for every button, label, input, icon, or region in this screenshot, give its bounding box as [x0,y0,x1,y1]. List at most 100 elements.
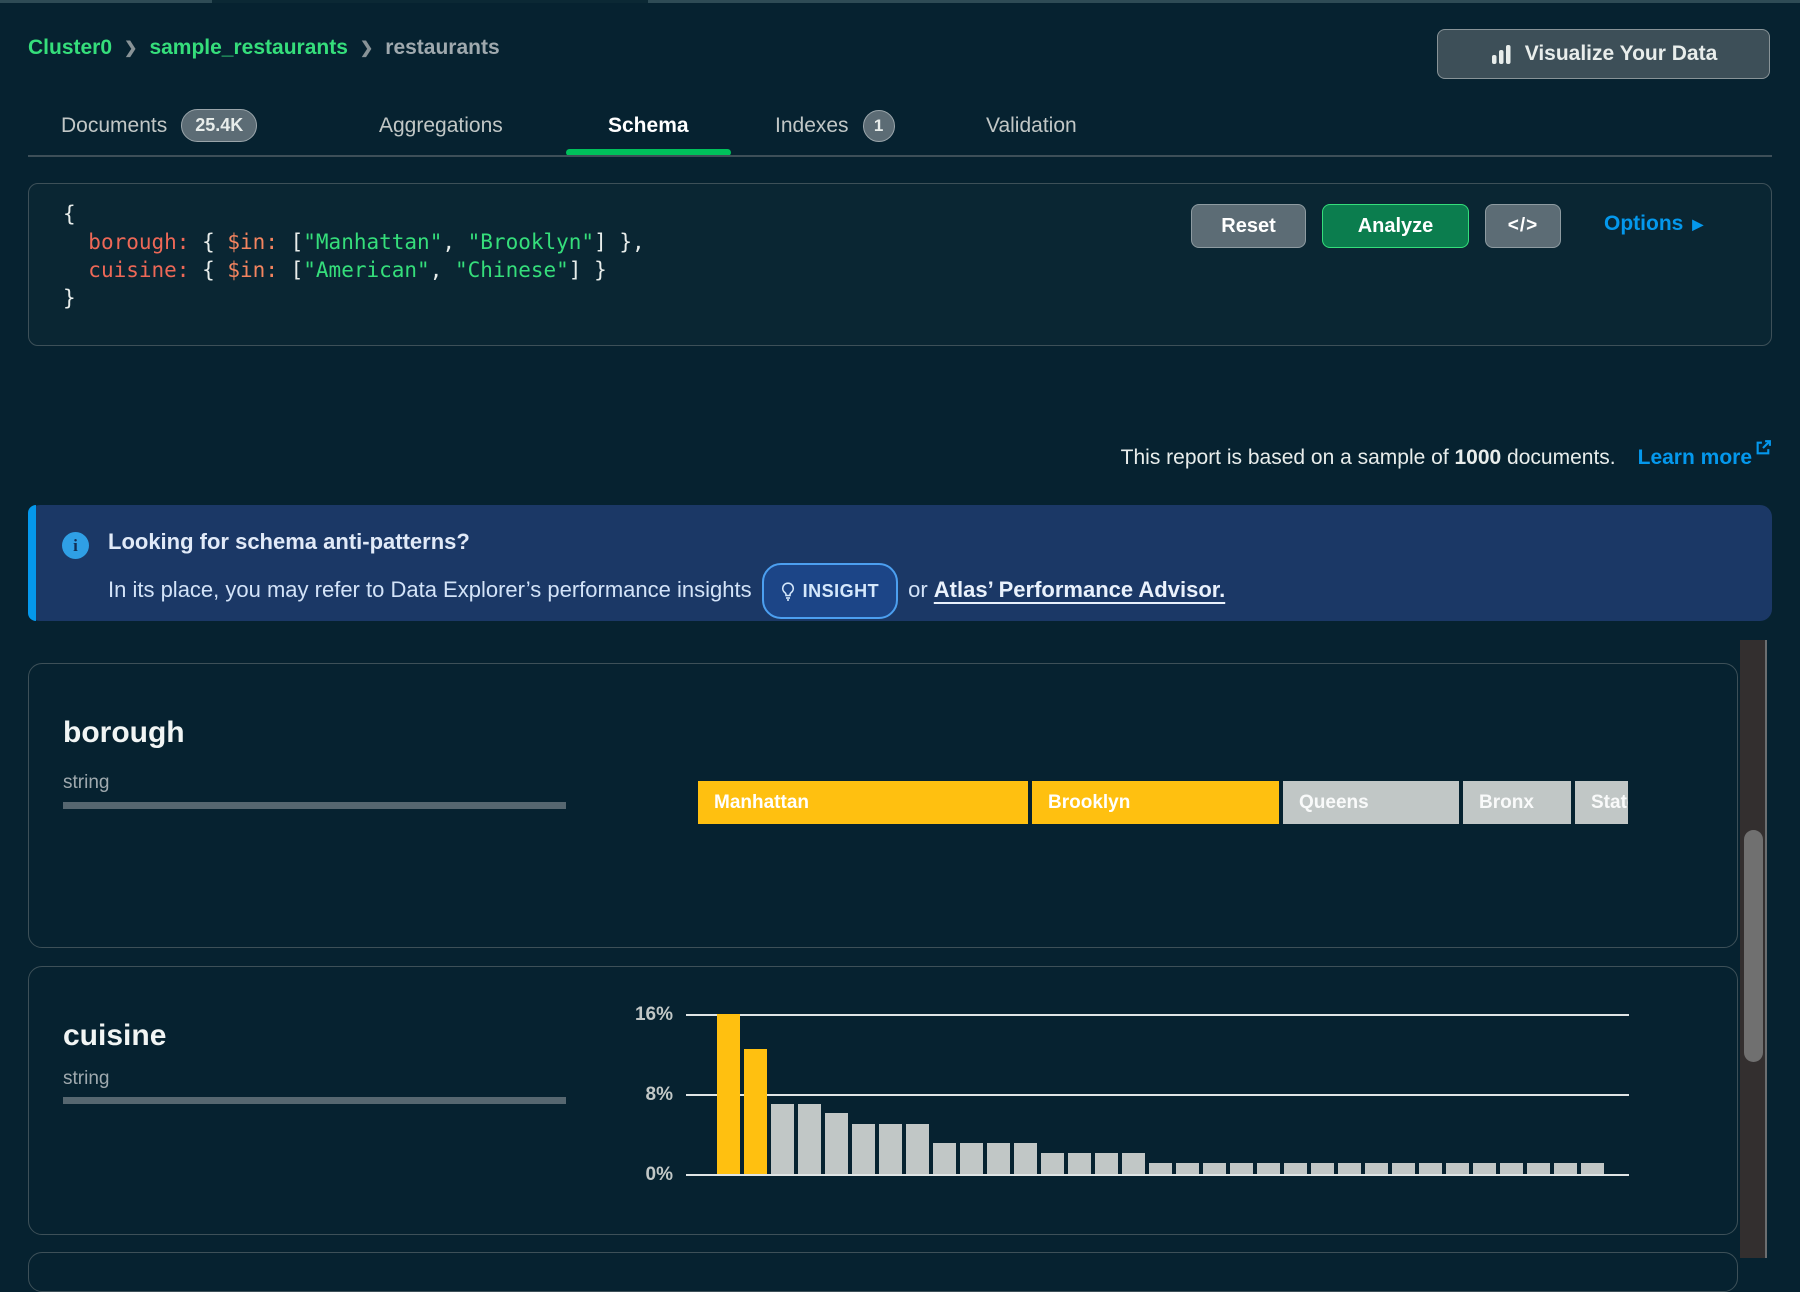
window-top-edge [0,0,1800,3]
breadcrumb-cluster[interactable]: Cluster0 [28,36,112,60]
gridline [686,1174,1629,1176]
borough-value-bars: Manhattan Brooklyn Queens Bronx Staten Islan… [698,781,1628,824]
y-axis-tick-label: 16% [589,1004,673,1026]
banner-body: In its place, you may refer to Data Expl… [108,563,1225,605]
breadcrumb-collection: restaurants [385,36,499,60]
histogram-bar[interactable] [1419,1163,1442,1174]
query-code-line: { [63,200,645,228]
histogram-bar[interactable] [1527,1163,1550,1174]
tabs-divider [28,155,1772,157]
histogram-bar[interactable] [1149,1163,1172,1174]
type-distribution-bar[interactable] [63,802,566,809]
query-code-toggle-button[interactable]: </> [1485,204,1561,248]
visualize-button-label: Visualize Your Data [1525,42,1718,66]
histogram-bar[interactable] [1554,1163,1577,1174]
histogram-bar[interactable] [987,1143,1010,1174]
schema-anti-patterns-banner: i Looking for schema anti-patterns? In i… [28,505,1772,621]
value-bar-manhattan[interactable]: Manhattan [698,781,1028,824]
value-bar-label: Staten Island [1591,792,1628,813]
report-note-suffix: documents. [1501,446,1615,469]
tab-documents[interactable]: Documents25.4K [61,95,257,156]
histogram-bar[interactable] [933,1143,956,1174]
insight-badge-label: INSIGHT [803,570,880,612]
query-bar[interactable]: { borough: { $in: ["Manhattan", "Brookly… [28,183,1772,346]
performance-advisor-link[interactable]: Atlas’ Performance Advisor. [934,577,1225,602]
histogram-bar[interactable] [717,1014,740,1174]
field-type-label: string [63,772,109,794]
sample-report-note: This report is based on a sample of 1000… [1121,438,1772,470]
histogram-bar[interactable] [1257,1163,1280,1174]
value-bar-label: Bronx [1479,792,1534,813]
options-label: Options [1604,212,1683,236]
vertical-scrollbar[interactable] [1740,640,1767,1258]
histogram-bar[interactable] [879,1124,902,1174]
histogram-bar[interactable] [1500,1163,1523,1174]
insight-badge[interactable]: INSIGHT [762,563,899,619]
histogram-bar[interactable] [1095,1153,1118,1174]
caret-right-icon: ▶ [1692,216,1703,233]
tab-schema[interactable]: Schema [608,95,689,156]
tab-indexes[interactable]: Indexes1 [775,95,895,156]
histogram-bar[interactable] [1392,1163,1415,1174]
value-bar-queens[interactable]: Queens [1283,781,1459,824]
histogram-bar[interactable] [1446,1163,1469,1174]
report-note-count: 1000 [1455,446,1502,469]
histogram-bar[interactable] [825,1113,848,1174]
histogram-bar[interactable] [798,1104,821,1174]
breadcrumb: Cluster0 ❯ sample_restaurants ❯ restaura… [28,33,500,63]
external-link-icon [1755,438,1772,462]
histogram-bar[interactable] [1338,1163,1361,1174]
histogram-bar[interactable] [960,1143,983,1174]
schema-field-card-borough: borough string Manhattan Brooklyn Queens Br… [28,663,1738,948]
schema-field-card-next [28,1252,1738,1292]
cuisine-histogram-bars [717,1014,1637,1174]
y-axis-tick-label: 8% [589,1084,673,1106]
scrollbar-thumb[interactable] [1744,830,1763,1062]
histogram-bar[interactable] [1581,1163,1604,1174]
tab-validation[interactable]: Validation [986,95,1077,156]
breadcrumb-database[interactable]: sample_restaurants [149,36,347,60]
value-bar-label: Manhattan [714,792,809,813]
lightbulb-icon [781,582,795,601]
tab-label: Validation [986,114,1077,138]
histogram-bar[interactable] [1311,1163,1334,1174]
value-bar-label: Queens [1299,792,1369,813]
histogram-bar[interactable] [1365,1163,1388,1174]
tab-label: Aggregations [379,114,503,138]
histogram-bar[interactable] [1068,1153,1091,1174]
histogram-bar[interactable] [1014,1143,1037,1174]
histogram-bar[interactable] [1041,1153,1064,1174]
reset-button[interactable]: Reset [1191,204,1306,248]
query-code-line: cuisine: { $in: ["American", "Chinese"] … [63,256,645,284]
report-note-prefix: This report is based on a sample of [1121,446,1455,469]
histogram-bar[interactable] [1230,1163,1253,1174]
value-bar-label: Brooklyn [1048,792,1130,813]
banner-connector: or [908,577,928,602]
options-link[interactable]: Options ▶ [1604,212,1703,236]
histogram-bar[interactable] [1203,1163,1226,1174]
histogram-bar[interactable] [1122,1153,1145,1174]
query-code-line: } [63,284,645,312]
histogram-bar[interactable] [906,1124,929,1174]
learn-more-link[interactable]: Learn more [1638,446,1752,469]
tab-aggregations[interactable]: Aggregations [379,95,503,156]
visualize-your-data-button[interactable]: Visualize Your Data [1437,29,1770,79]
histogram-bar[interactable] [1473,1163,1496,1174]
banner-title: Looking for schema anti-patterns? [108,529,470,555]
histogram-bar[interactable] [744,1049,767,1174]
histogram-bar[interactable] [1284,1163,1307,1174]
value-bar-bronx[interactable]: Bronx [1463,781,1571,824]
histogram-bar[interactable] [852,1124,875,1174]
query-editor[interactable]: { borough: { $in: ["Manhattan", "Brookly… [63,200,645,312]
histogram-bar[interactable] [771,1104,794,1174]
banner-body-text: In its place, you may refer to Data Expl… [108,577,752,602]
analyze-button[interactable]: Analyze [1322,204,1469,248]
query-code-line: borough: { $in: ["Manhattan", "Brooklyn"… [63,228,645,256]
histogram-bar[interactable] [1176,1163,1199,1174]
tab-indexes-count-badge: 1 [863,110,895,142]
field-name: borough [63,716,185,750]
value-bar-staten-island[interactable]: Staten Island [1575,781,1628,824]
chevron-right-icon: ❯ [124,38,137,58]
bar-chart-icon [1490,43,1513,66]
value-bar-brooklyn[interactable]: Brooklyn [1032,781,1279,824]
